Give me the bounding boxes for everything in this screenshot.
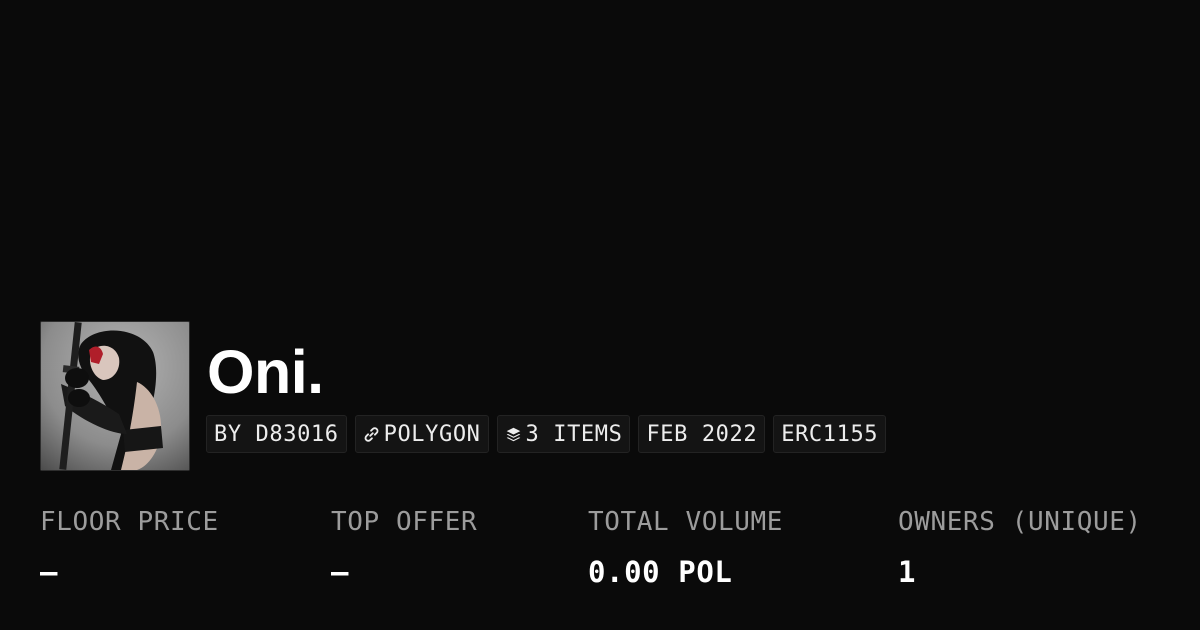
stat-owners: OWNERS (UNIQUE) 1	[898, 505, 1142, 589]
chain-link-icon	[364, 426, 379, 442]
stat-floor-price: FLOOR PRICE –	[40, 505, 219, 589]
created-date-tag: FEB 2022	[638, 415, 766, 453]
collection-avatar	[40, 321, 190, 471]
token-standard-tag: ERC1155	[773, 415, 887, 453]
top-offer-value: –	[331, 555, 350, 589]
collection-share-card: Oni. BY D83016 POLYGON 3 ITEMS FEB 2022 …	[0, 0, 1200, 630]
chain-label: POLYGON	[383, 421, 481, 447]
token-standard-label: ERC1155	[781, 421, 879, 447]
creator-label: BY D83016	[214, 421, 339, 447]
total-volume-label: TOTAL VOLUME	[588, 507, 784, 537]
floor-price-label: FLOOR PRICE	[40, 507, 219, 537]
items-count-tag[interactable]: 3 ITEMS	[496, 415, 631, 453]
collection-title: Oni.	[207, 338, 324, 406]
stat-top-offer: TOP OFFER –	[331, 505, 477, 589]
creator-tag[interactable]: BY D83016	[206, 415, 347, 453]
items-count-label: 3 ITEMS	[525, 421, 623, 447]
ninja-artwork-image	[41, 322, 189, 470]
layers-icon	[506, 427, 520, 441]
floor-price-value: –	[40, 555, 59, 589]
stat-total-volume: TOTAL VOLUME 0.00 POL	[588, 505, 783, 589]
created-date-label: FEB 2022	[646, 421, 758, 447]
owners-value: 1	[898, 555, 917, 589]
total-volume-value: 0.00 POL	[588, 555, 733, 589]
collection-tags: BY D83016 POLYGON 3 ITEMS FEB 2022 ERC11…	[206, 415, 887, 453]
chain-tag[interactable]: POLYGON	[354, 415, 489, 453]
top-offer-label: TOP OFFER	[331, 507, 478, 537]
owners-label: OWNERS (UNIQUE)	[898, 507, 1142, 537]
